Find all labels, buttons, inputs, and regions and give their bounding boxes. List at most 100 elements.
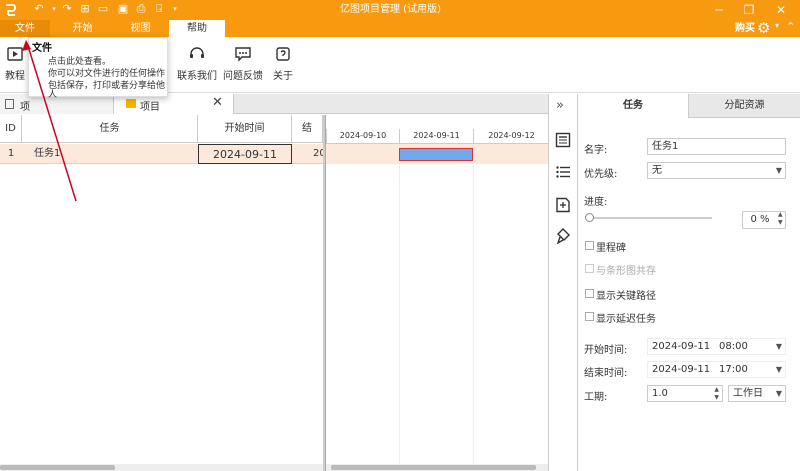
tooltip-line-1: 点击此处查看。 bbox=[48, 57, 112, 67]
row-start-date[interactable]: 2024-09-11 bbox=[198, 144, 292, 164]
grid-header-end[interactable]: 结 bbox=[292, 115, 323, 143]
settings-gear-icon[interactable]: ⚙ bbox=[757, 19, 770, 37]
chevron-down-icon: ▼ bbox=[775, 342, 782, 351]
list-icon[interactable] bbox=[555, 164, 571, 180]
quick-access-dropdown-icon[interactable]: ▾ bbox=[168, 2, 182, 16]
critical-path-checkbox[interactable] bbox=[585, 289, 594, 298]
gantt-date-1: 2024-09-10 bbox=[326, 129, 399, 143]
critical-path-label: 显示关键路径 bbox=[596, 291, 656, 302]
grid-header-start[interactable]: 开始时间 bbox=[198, 115, 292, 143]
tutorial-icon bbox=[7, 47, 23, 61]
contact-us-button[interactable]: 联系我们 bbox=[176, 45, 218, 82]
milestone-label: 里程碑 bbox=[596, 243, 626, 254]
delay-task-checkbox[interactable] bbox=[585, 312, 594, 321]
window-title: 亿图项目管理 (试用版) bbox=[340, 4, 441, 15]
properties-panel: 任务 分配资源 名字: 任务1 优先级: 无 ▼ 进度: 0 % ▲ ▼ 里程碑 … bbox=[578, 94, 800, 471]
about-button[interactable]: 关于 bbox=[266, 45, 300, 82]
start-hour-value: 08:00 bbox=[719, 341, 748, 352]
end-hour-value: 17:00 bbox=[719, 364, 748, 375]
save-icon[interactable]: ▣ bbox=[116, 2, 130, 16]
progress-slider[interactable] bbox=[590, 217, 712, 219]
duration-input[interactable]: 1.0 ▲ ▼ bbox=[647, 385, 723, 402]
duration-unit-select[interactable]: 工作日 ▼ bbox=[728, 385, 786, 402]
name-label: 名字: bbox=[584, 145, 608, 156]
end-time-label: 结束时间: bbox=[584, 368, 628, 379]
progress-stepper-icon[interactable]: ▲ ▼ bbox=[778, 211, 783, 227]
doc-tab-2[interactable]: 项目 ✕ bbox=[114, 94, 234, 114]
row-id: 1 bbox=[7, 148, 15, 159]
project-icon bbox=[126, 99, 136, 108]
task-grid: ID 任务 开始时间 结 1 任务1 2024-09-11 20 bbox=[0, 115, 323, 471]
task-properties-icon[interactable] bbox=[555, 132, 571, 148]
priority-value: 无 bbox=[652, 165, 662, 176]
close-window-icon[interactable]: ✕ bbox=[770, 0, 792, 20]
feedback-button[interactable]: 问题反馈 bbox=[222, 45, 264, 82]
start-date-value: 2024-09-11 bbox=[652, 341, 711, 352]
collapse-panel-icon[interactable]: » bbox=[556, 98, 564, 113]
minimize-icon[interactable]: ─ bbox=[708, 0, 730, 20]
style-brush-icon[interactable] bbox=[555, 228, 571, 244]
file-menu-tooltip: 文件 点击此处查看。 你可以对文件进行的任何操作 包括保存，打印或者分享给他 人 bbox=[28, 37, 168, 100]
close-tab-icon[interactable]: ✕ bbox=[212, 95, 223, 110]
grid-scrollbar[interactable] bbox=[0, 464, 323, 471]
side-panel-strip: » bbox=[548, 94, 578, 471]
milestone-checkbox[interactable] bbox=[585, 241, 594, 250]
tooltip-line-2: 你可以对文件进行的任何操作 bbox=[48, 69, 166, 79]
doc-icon bbox=[5, 99, 14, 109]
grid-header-id[interactable]: ID bbox=[0, 115, 22, 143]
panel-tab-resources[interactable]: 分配资源 bbox=[688, 94, 800, 118]
note-icon[interactable] bbox=[555, 197, 571, 213]
end-time-input[interactable]: 2024-09-11 17:00 ▼ bbox=[647, 361, 786, 378]
undo-dropdown-icon[interactable]: ▾ bbox=[47, 2, 61, 16]
priority-select[interactable]: 无 ▼ bbox=[647, 162, 786, 179]
tooltip-line-3: 包括保存，打印或者分享给他 bbox=[48, 81, 166, 91]
restore-icon[interactable]: ❐ bbox=[738, 0, 760, 20]
duration-stepper-icon[interactable]: ▲ ▼ bbox=[714, 386, 719, 402]
settings-dropdown-icon[interactable]: ▾ bbox=[775, 21, 779, 30]
contact-icon bbox=[190, 47, 204, 58]
gantt-scrollbar[interactable] bbox=[326, 464, 549, 471]
tutorial-label: 教程 bbox=[5, 71, 25, 82]
start-time-input[interactable]: 2024-09-11 08:00 ▼ bbox=[647, 338, 786, 355]
menu-tab-help[interactable]: 帮助 bbox=[169, 20, 225, 38]
progress-label: 进度: bbox=[584, 197, 608, 208]
new-file-icon[interactable]: ⊞ bbox=[78, 2, 92, 16]
name-input[interactable]: 任务1 bbox=[647, 138, 786, 155]
delay-task-label: 显示延迟任务 bbox=[596, 314, 656, 325]
start-time-label: 开始时间: bbox=[584, 345, 628, 356]
gantt-grid-line bbox=[473, 144, 474, 464]
duration-unit-value: 工作日 bbox=[733, 388, 763, 399]
export-icon[interactable]: ⍈ bbox=[152, 2, 166, 16]
gantt-date-2: 2024-09-11 bbox=[399, 129, 473, 143]
buy-button[interactable]: 购买 bbox=[735, 22, 755, 36]
open-folder-icon[interactable]: ▭ bbox=[96, 2, 110, 16]
gantt-task-bar[interactable] bbox=[399, 148, 473, 161]
doc-tab-2-label: 项目 bbox=[140, 102, 160, 113]
menu-tab-view[interactable]: 视图 bbox=[118, 20, 163, 37]
print-icon[interactable]: ⎙ bbox=[134, 2, 148, 16]
gantt-date-3: 2024-09-12 bbox=[473, 129, 549, 143]
grid-header-task[interactable]: 任务 bbox=[22, 115, 198, 143]
panel-tab-task[interactable]: 任务 bbox=[578, 94, 688, 118]
about-icon bbox=[276, 47, 290, 61]
redo-icon[interactable]: ↷ bbox=[60, 2, 74, 16]
menu-tab-home[interactable]: 开始 bbox=[60, 20, 105, 37]
app-logo-icon bbox=[6, 4, 16, 16]
priority-label: 优先级: bbox=[584, 169, 618, 180]
row-task-name[interactable]: 任务1 bbox=[34, 144, 194, 164]
doc-tab-1-label: 项 bbox=[20, 102, 30, 113]
undo-icon[interactable]: ↶ bbox=[32, 2, 46, 16]
ribbon-collapse-icon[interactable]: ⌃ bbox=[786, 20, 795, 33]
duration-value: 1.0 bbox=[652, 388, 668, 399]
gantt-grid-line bbox=[399, 144, 400, 464]
document-tab-bar: 项 项目 ✕ bbox=[0, 94, 548, 114]
menu-tab-file[interactable]: 文件 bbox=[0, 20, 50, 37]
end-date-value: 2024-09-11 bbox=[652, 364, 711, 375]
chevron-down-icon: ▼ bbox=[775, 365, 782, 374]
contact-label: 联系我们 bbox=[177, 71, 217, 82]
chevron-down-icon: ▼ bbox=[775, 166, 782, 175]
gantt-scrollbar-thumb[interactable] bbox=[331, 465, 536, 470]
grid-scrollbar-thumb[interactable] bbox=[0, 465, 115, 470]
about-label: 关于 bbox=[273, 71, 293, 82]
progress-slider-handle[interactable] bbox=[585, 213, 594, 222]
